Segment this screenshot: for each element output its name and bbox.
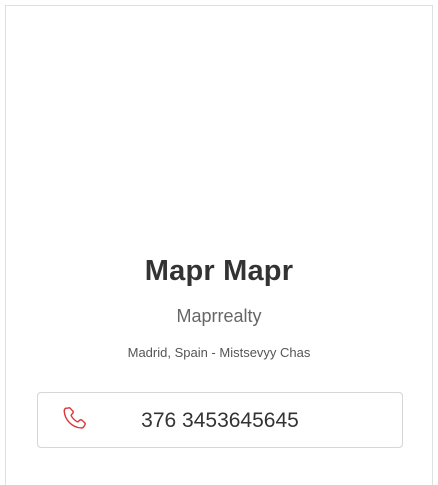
agent-name: Mapr Mapr: [144, 255, 294, 287]
agent-card: Mapr Mapr Maprrealty Madrid, Spain - Mis…: [5, 5, 433, 485]
agent-company: Maprrealty: [176, 306, 262, 326]
agent-location: Madrid, Spain - Mistsevyy Chas: [127, 345, 311, 360]
phone-number: 376 3453645645: [141, 409, 299, 432]
agent-photo: [6, 6, 432, 246]
call-phone-button[interactable]: 376 3453645645: [37, 392, 403, 448]
